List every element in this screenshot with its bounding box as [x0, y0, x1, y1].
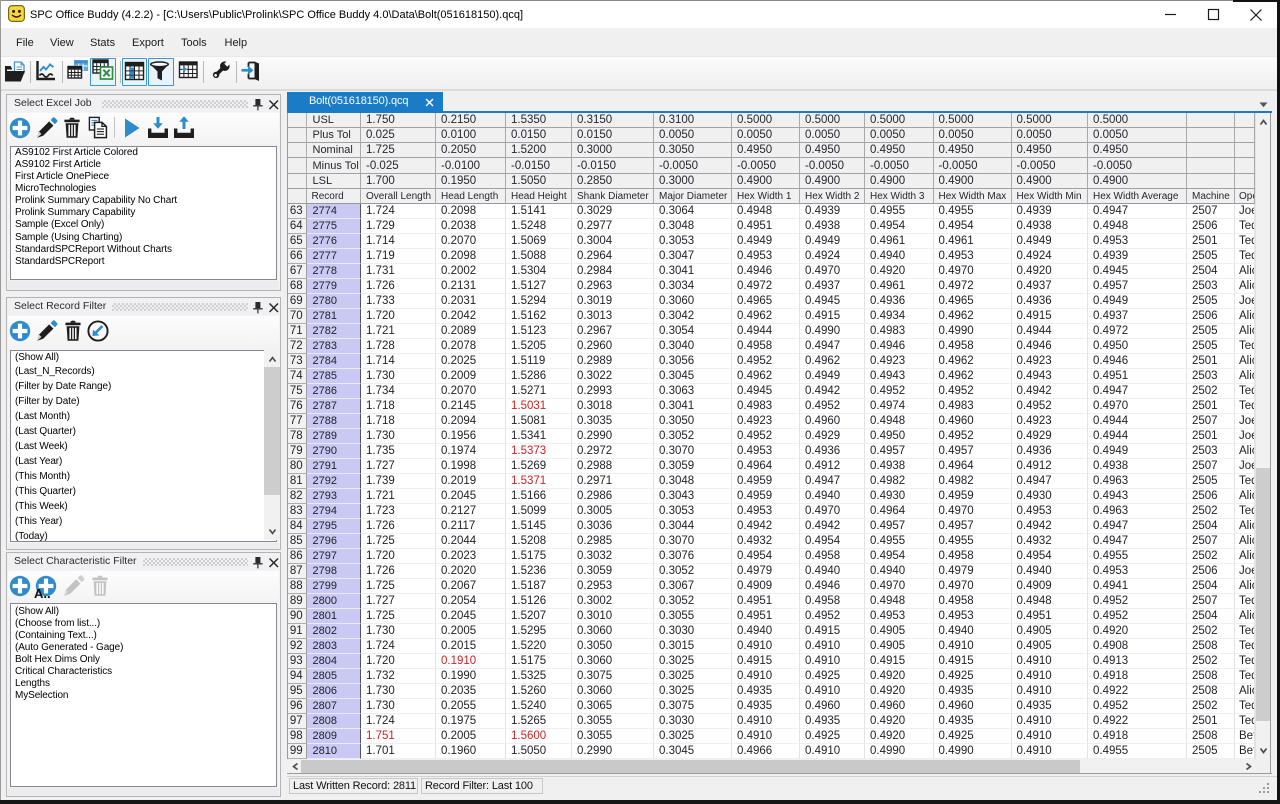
svg-text:A..: A.. [34, 586, 51, 599]
